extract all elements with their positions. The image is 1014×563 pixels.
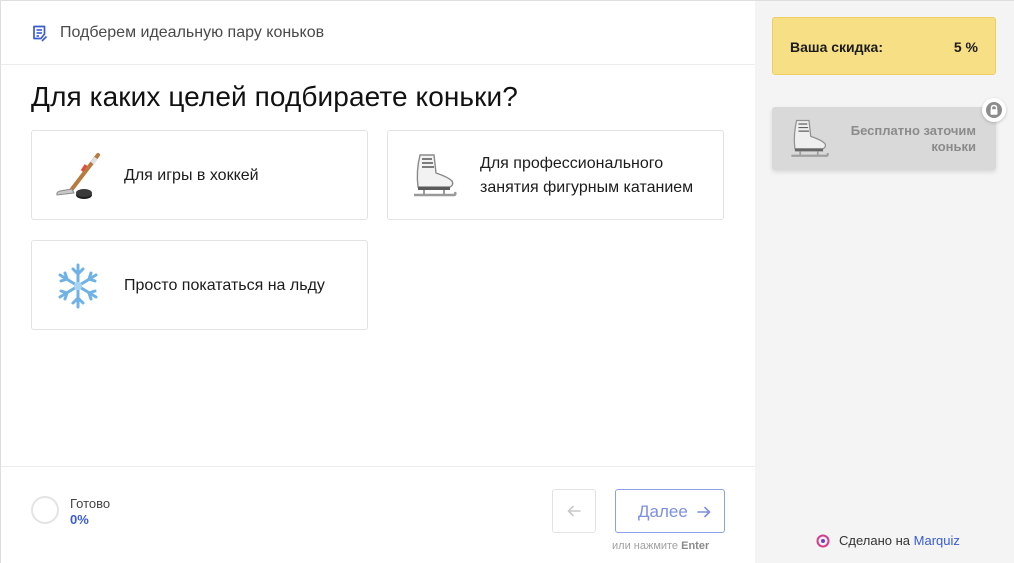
answer-option-just-skate[interactable]: Просто покататься на льду [31,240,368,330]
question-heading: Для каких целей подбираете коньки? [31,81,518,112]
next-button-label: Далее [638,502,688,521]
next-button[interactable]: Далее [615,489,725,533]
lock-icon [990,104,998,115]
discount-label: Ваша скидка: [790,39,883,55]
answer-option-label: Просто покататься на льду [124,277,325,294]
answer-option-figure-skating[interactable]: Для профессионального занятия фигурным к… [387,130,724,220]
answer-option-label-line2: занятия фигурным катанием [480,179,694,196]
quiz-main-panel: Подберем идеальную пару коньков Для каки… [1,1,755,563]
enter-hint-key: Enter [681,540,710,552]
discount-value: 5 % [953,39,978,55]
progress-value: 0% [70,512,89,527]
back-button[interactable] [552,489,596,533]
bonus-card-locked: Бесплатно заточим коньки [772,107,996,170]
made-with-prefix: Сделано на [839,533,911,548]
enter-hint-prefix: или нажмите [612,540,679,552]
enter-hint: или нажмите Enter [612,540,709,552]
marquiz-link[interactable]: Marquiz [914,533,960,548]
made-with-label: Сделано на Marquiz [839,533,960,548]
answer-option-hockey[interactable]: Для игры в хоккей [31,130,368,220]
quiz-title: Подберем идеальную пару коньков [60,24,325,41]
snowflake-icon [58,263,98,309]
bonus-text: Бесплатно заточим коньки [850,123,976,154]
arrow-right-icon [697,506,711,518]
answer-option-label: Для игры в хоккей [124,167,259,184]
discount-box: Ваша скидка: 5 % [772,17,996,75]
answer-option-label-line1: Для профессионального [480,155,664,172]
progress-label: Готово [70,496,111,511]
progress-ring [31,496,59,524]
quiz-header: Подберем идеальную пару коньков [1,1,755,65]
arrow-left-icon [567,505,581,517]
quiz-sidebar: Ваша скидка: 5 % Бесплатно заточим коньк… [755,1,1014,563]
list-document-icon [33,25,48,42]
marquiz-logo-icon [816,534,830,548]
quiz-footer: Готово 0% Далее или нажмите Enter [1,466,755,563]
ice-skate-icon [791,119,829,157]
lock-badge [982,98,1006,122]
quiz-window: Подберем идеальную пару коньков Для каки… [0,0,1014,563]
ice-skate-icon [414,154,457,197]
hockey-stick-icon [56,153,100,199]
